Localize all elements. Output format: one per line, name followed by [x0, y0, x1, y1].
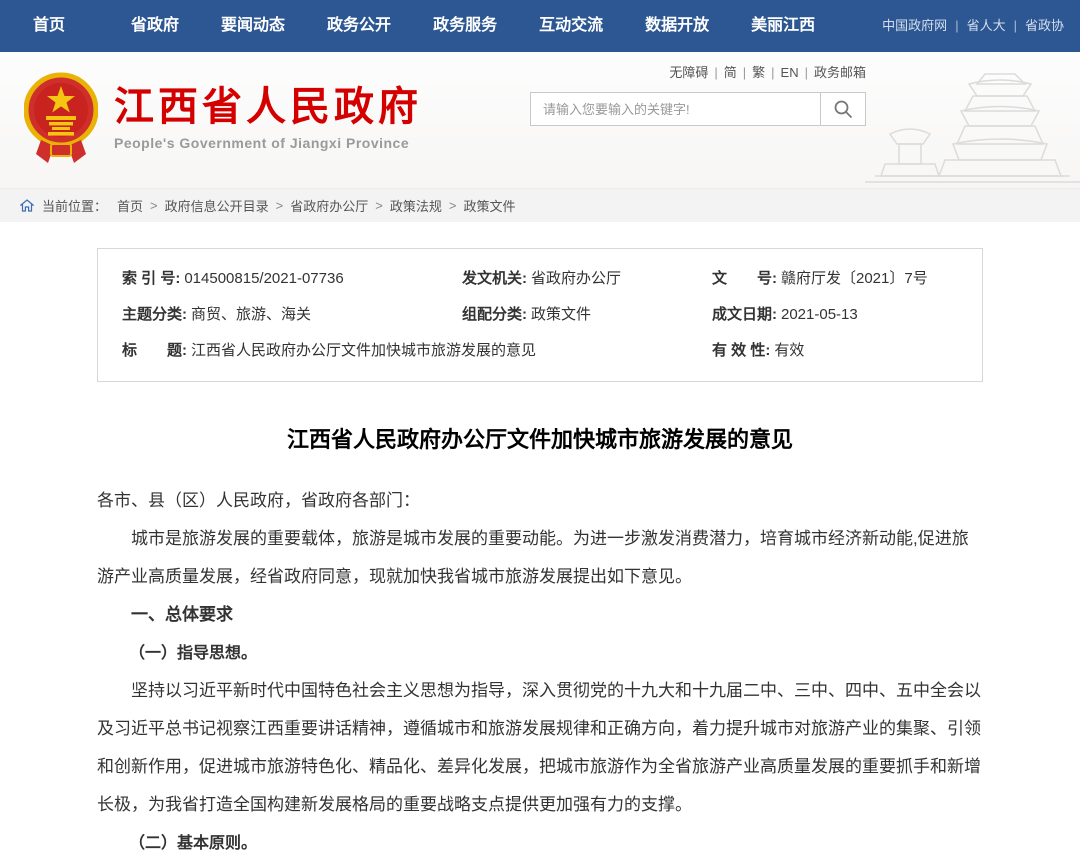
subsection-heading-basic-principles: （二）基本原则。	[97, 824, 983, 857]
meta-index-number: 索 引 号:014500815/2021-07736	[122, 261, 462, 297]
meta-value: 赣府厅发〔2021〕7号	[781, 270, 928, 287]
link-accessibility[interactable]: 无障碍	[669, 65, 708, 80]
nav-item-news[interactable]: 要闻动态	[200, 0, 306, 52]
meta-label: 标 题:	[122, 342, 187, 359]
meta-validity: 有 效 性:有效	[712, 333, 982, 369]
nav-item-provincial-gov[interactable]: 省政府	[110, 0, 200, 52]
divider: |	[805, 65, 808, 80]
site-title-block: 江西省人民政府 People's Government of Jiangxi P…	[114, 85, 422, 151]
document-page: 索 引 号:014500815/2021-07736 发文机关:省政府办公厅 文…	[97, 248, 983, 857]
meta-label: 文 号:	[712, 270, 777, 287]
link-simplified-chinese[interactable]: 简	[724, 65, 737, 80]
meta-group-category: 组配分类:政策文件	[462, 297, 712, 333]
meta-issue-date: 成文日期:2021-05-13	[712, 297, 982, 333]
meta-label: 组配分类:	[462, 306, 527, 323]
meta-label: 成文日期:	[712, 306, 777, 323]
main-menu: 首页 省政府 要闻动态 政务公开 政务服务 互动交流 数据开放 美丽江西	[0, 0, 836, 52]
breadcrumb-separator: >	[375, 198, 383, 213]
subsection-heading-guiding-ideology: （一）指导思想。	[97, 634, 983, 672]
link-traditional-chinese[interactable]: 繁	[752, 65, 765, 80]
paragraph-salutation: 各市、县（区）人民政府，省政府各部门：	[97, 482, 983, 520]
meta-label: 发文机关:	[462, 270, 527, 287]
meta-label: 主题分类:	[122, 306, 187, 323]
external-gov-links: 中国政府网 | 省人大 | 省政协	[882, 0, 1064, 52]
divider: |	[714, 65, 717, 80]
search-input[interactable]	[531, 93, 820, 125]
header-utilities: 无障碍 | 简 | 繁 | EN | 政务邮箱	[530, 60, 866, 126]
top-navigation-bar: 首页 省政府 要闻动态 政务公开 政务服务 互动交流 数据开放 美丽江西 中国政…	[0, 0, 1080, 52]
link-english[interactable]: EN	[781, 65, 799, 80]
pavilion-sketch-decoration	[865, 56, 1080, 188]
link-china-gov[interactable]: 中国政府网	[882, 0, 947, 52]
nav-item-home[interactable]: 首页	[12, 0, 86, 52]
search-button[interactable]	[820, 93, 865, 125]
breadcrumb-separator: >	[276, 198, 284, 213]
nav-item-open-data[interactable]: 数据开放	[624, 0, 730, 52]
breadcrumb-home[interactable]: 首页	[117, 196, 143, 215]
meta-label: 有 效 性:	[712, 342, 770, 359]
link-provincial-cppcc[interactable]: 省政协	[1025, 0, 1064, 52]
breadcrumb-policy-regulations[interactable]: 政策法规	[390, 196, 442, 215]
national-emblem-icon	[24, 70, 98, 166]
search-icon	[833, 99, 853, 119]
paragraph-intro: 城市是旅游发展的重要载体，旅游是城市发展的重要动能。为进一步激发消费潜力，培育城…	[97, 520, 983, 596]
document-body: 各市、县（区）人民政府，省政府各部门： 城市是旅游发展的重要载体，旅游是城市发展…	[97, 482, 983, 857]
meta-value: 2021-05-13	[781, 306, 858, 323]
section-heading-overall-requirements: 一、总体要求	[97, 596, 983, 634]
document-meta-table: 索 引 号:014500815/2021-07736 发文机关:省政府办公厅 文…	[97, 248, 983, 382]
site-header: 江西省人民政府 People's Government of Jiangxi P…	[0, 52, 1080, 188]
home-icon	[20, 199, 34, 212]
meta-title: 标 题:江西省人民政府办公厅文件加快城市旅游发展的意见	[122, 333, 712, 369]
nav-item-gov-disclosure[interactable]: 政务公开	[306, 0, 412, 52]
link-provincial-congress[interactable]: 省人大	[967, 0, 1006, 52]
site-title: 江西省人民政府	[114, 85, 422, 129]
breadcrumb-separator: >	[150, 198, 158, 213]
divider: |	[1014, 0, 1017, 52]
meta-issuing-agency: 发文机关:省政府办公厅	[462, 261, 712, 297]
paragraph-guiding-ideology: 坚持以习近平新时代中国特色社会主义思想为指导，深入贯彻党的十九大和十九届二中、三…	[97, 672, 983, 824]
breadcrumb-policy-documents[interactable]: 政策文件	[463, 196, 515, 215]
nav-item-beautiful-jiangxi[interactable]: 美丽江西	[730, 0, 836, 52]
meta-subject-category: 主题分类:商贸、旅游、海关	[122, 297, 462, 333]
breadcrumb-label: 当前位置：	[42, 196, 107, 215]
meta-value: 014500815/2021-07736	[184, 270, 343, 287]
meta-document-number: 文 号:赣府厅发〔2021〕7号	[712, 261, 982, 297]
quick-links: 无障碍 | 简 | 繁 | EN | 政务邮箱	[530, 60, 866, 86]
meta-label: 索 引 号:	[122, 270, 180, 287]
divider: |	[743, 65, 746, 80]
meta-value: 商贸、旅游、海关	[191, 306, 311, 323]
site-subtitle: People's Government of Jiangxi Province	[114, 135, 422, 151]
document-title: 江西省人民政府办公厅文件加快城市旅游发展的意见	[97, 422, 983, 454]
search-box	[530, 92, 866, 126]
meta-value: 省政府办公厅	[531, 270, 621, 287]
breadcrumb-separator: >	[449, 198, 457, 213]
nav-item-gov-services[interactable]: 政务服务	[412, 0, 518, 52]
nav-item-interaction[interactable]: 互动交流	[518, 0, 624, 52]
divider: |	[955, 0, 958, 52]
link-gov-mailbox[interactable]: 政务邮箱	[814, 65, 866, 80]
breadcrumb: 当前位置： 首页 > 政府信息公开目录 > 省政府办公厅 > 政策法规 > 政策…	[0, 188, 1080, 222]
breadcrumb-general-office[interactable]: 省政府办公厅	[290, 196, 368, 215]
meta-value: 江西省人民政府办公厅文件加快城市旅游发展的意见	[191, 342, 536, 359]
meta-value: 有效	[774, 342, 804, 359]
divider: |	[771, 65, 774, 80]
site-logo[interactable]: 江西省人民政府 People's Government of Jiangxi P…	[24, 70, 422, 166]
meta-value: 政策文件	[531, 306, 591, 323]
breadcrumb-info-directory[interactable]: 政府信息公开目录	[165, 196, 269, 215]
